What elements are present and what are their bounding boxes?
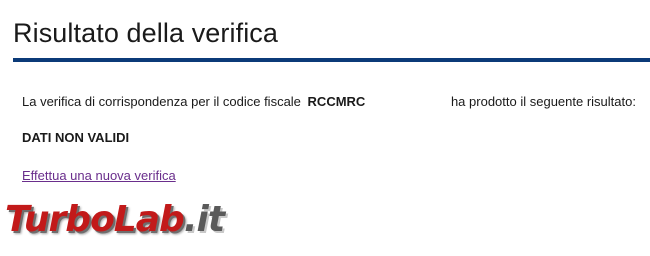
result-text-suffix: ha prodotto il seguente risultato: bbox=[450, 94, 636, 109]
redacted-area bbox=[365, 94, 444, 108]
result-text-prefix: La verifica di corrispondenza per il cod… bbox=[22, 94, 301, 109]
status-result: DATI NON VALIDI bbox=[22, 130, 130, 145]
page-title: Risultato della verifica bbox=[13, 18, 279, 48]
result-sentence: La verifica di corrispondenza per il cod… bbox=[22, 94, 650, 109]
watermark-brand: TurboLab bbox=[5, 198, 185, 240]
codice-fiscale: RCCMRC bbox=[307, 94, 366, 109]
title-divider bbox=[13, 58, 650, 62]
watermark-brand-tail: .it bbox=[183, 198, 225, 240]
new-verification-link[interactable]: Effettua una nuova verifica bbox=[22, 168, 176, 183]
turbolab-watermark-logo: TurboLab .it bbox=[5, 190, 225, 248]
